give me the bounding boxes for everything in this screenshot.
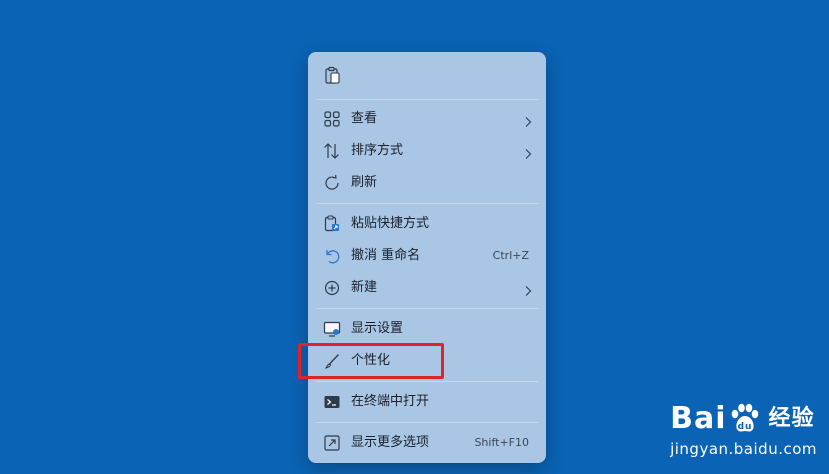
clipboard-icon[interactable] [323,66,343,86]
menu-separator [316,99,538,100]
menu-item-label: 新建 [351,280,378,295]
refresh-icon [323,174,341,192]
menu-item-undo-rename[interactable]: 撤消 重命名 Ctrl+Z [312,240,542,272]
watermark-brand: Bai [670,401,727,436]
more-options-icon [323,434,341,452]
menu-separator [316,203,538,204]
menu-item-label: 粘贴快捷方式 [351,216,430,231]
menu-item-label: 刷新 [351,175,378,190]
chevron-right-icon [523,145,533,159]
menu-item-label: 排序方式 [351,143,404,158]
menu-item-refresh[interactable]: 刷新 [312,167,542,199]
context-menu-top-actions [308,52,546,98]
menu-item-label: 显示设置 [351,321,404,336]
menu-separator [316,422,538,423]
chevron-right-icon [523,282,533,296]
shortcut-hint: Shift+F10 [474,436,529,449]
watermark-url: jingyan.baidu.com [670,440,817,458]
menu-item-paste-shortcut[interactable]: 粘贴快捷方式 [312,208,542,240]
terminal-icon [323,393,341,411]
watermark-logo: Bai du 经验 [670,402,817,436]
display-settings-icon [323,320,341,338]
menu-item-sort-by[interactable]: 排序方式 [312,135,542,167]
paw-icon: du [728,403,762,435]
menu-item-label: 在终端中打开 [351,394,430,409]
baidu-jingyan-watermark: Bai du 经验 jingyan.baidu.com [670,402,817,459]
svg-text:du: du [738,422,753,432]
chevron-right-icon [523,113,533,127]
menu-item-new[interactable]: 新建 [312,272,542,304]
menu-separator [316,381,538,382]
paste-shortcut-icon [323,215,341,233]
shortcut-hint: Ctrl+Z [492,249,529,262]
desktop-context-menu: 查看 排序方式 刷新 粘贴快捷方式 撤消 重命名 Ctrl+Z 新建 显示设置 … [308,52,546,463]
sort-arrows-icon [323,142,341,160]
menu-item-label: 查看 [351,111,378,126]
menu-item-open-in-terminal[interactable]: 在终端中打开 [312,386,542,418]
menu-separator [316,308,538,309]
plus-circle-icon [323,279,341,297]
annotation-highlight-box [298,343,444,379]
undo-icon [323,247,341,265]
menu-item-label: 撤消 重命名 [351,248,421,263]
menu-item-view[interactable]: 查看 [312,103,542,135]
watermark-brand-tail: 经验 [768,406,815,431]
grid-icon [323,110,341,128]
menu-item-label: 显示更多选项 [351,435,430,450]
menu-item-display-settings[interactable]: 显示设置 [312,313,542,345]
menu-item-show-more-options[interactable]: 显示更多选项 Shift+F10 [312,427,542,459]
